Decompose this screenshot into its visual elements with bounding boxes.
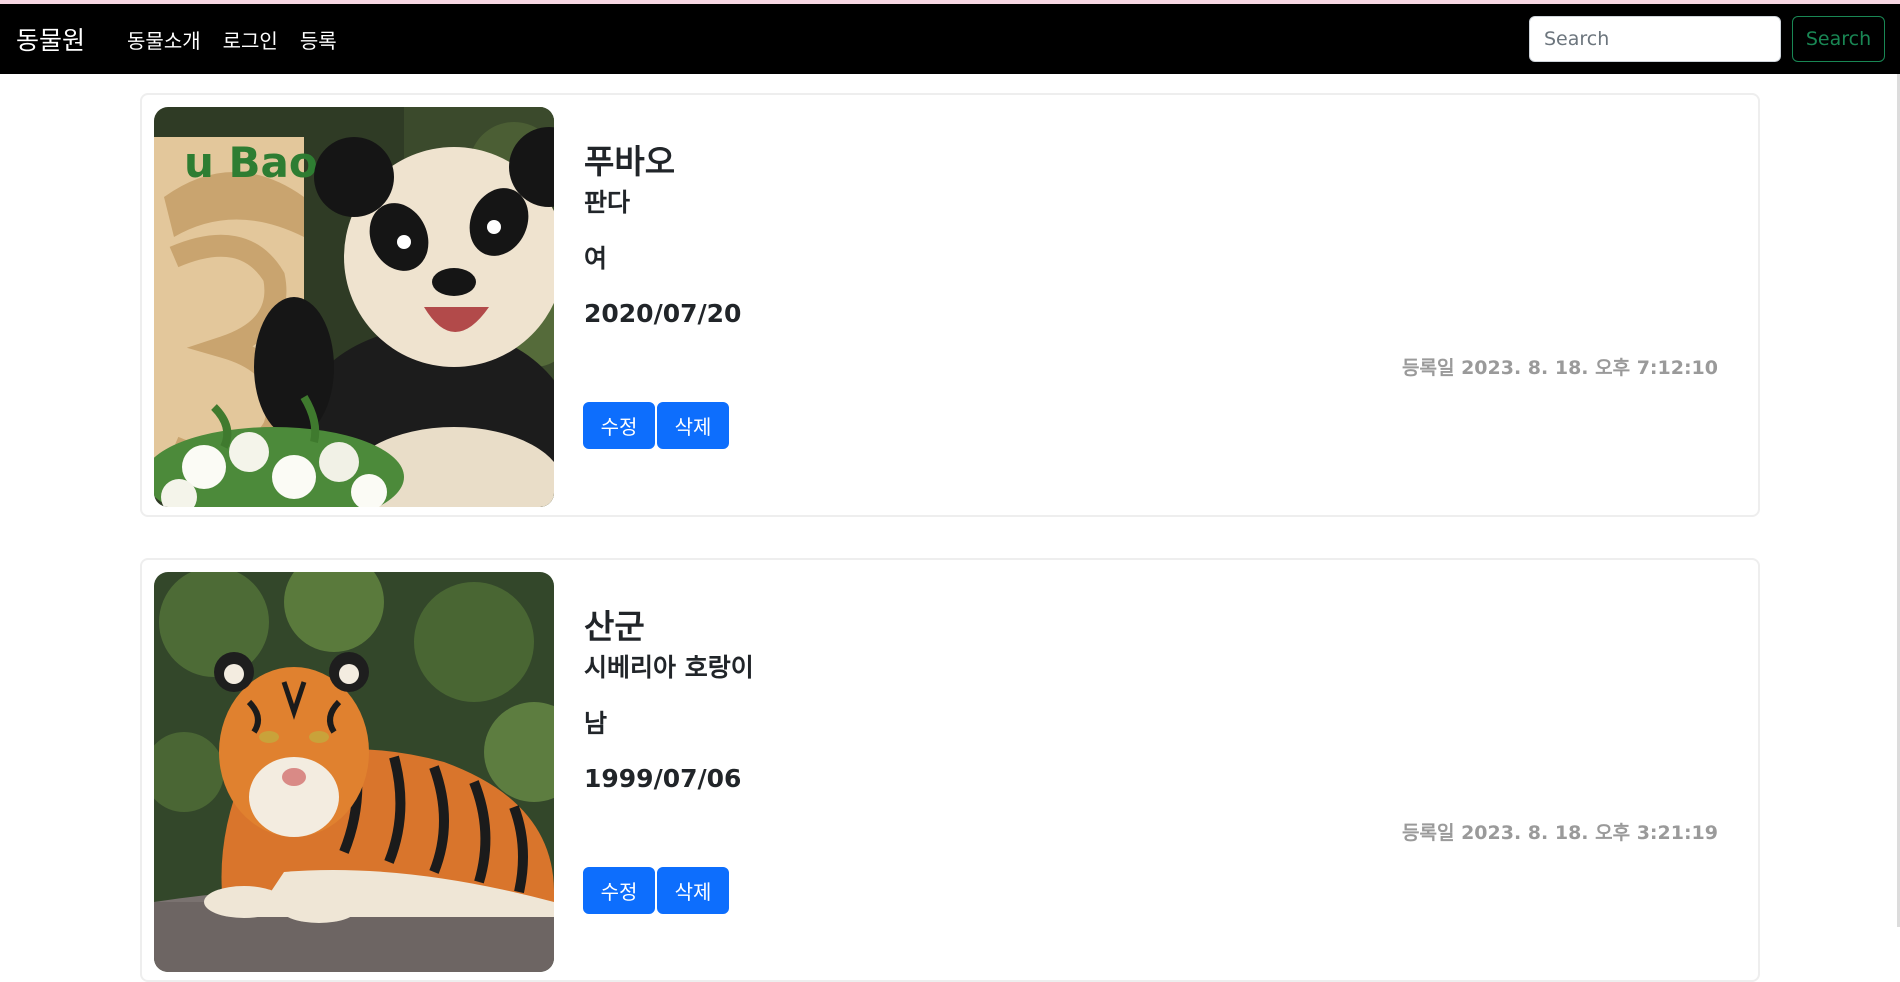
animal-gender: 여 (584, 244, 608, 273)
edit-button[interactable]: 수정 (583, 867, 655, 914)
animal-card: u Bao 푸바오 판다 여 2020/07/20 등록일 2023. 8. 1… (140, 93, 1760, 517)
animal-gender: 남 (584, 709, 608, 738)
search-button[interactable]: Search (1792, 16, 1885, 62)
card-actions: 수정 삭제 (583, 402, 729, 449)
delete-button[interactable]: 삭제 (657, 402, 729, 449)
brand-logo[interactable]: 동물원 (16, 21, 85, 57)
tiger-photo (154, 572, 554, 972)
animal-name: 푸바오 (584, 142, 676, 181)
search-form: Search (1529, 16, 1885, 62)
animal-name: 산군 (584, 607, 645, 646)
svg-text:u Bao: u Bao (184, 138, 318, 187)
search-input[interactable] (1529, 16, 1781, 62)
edit-button[interactable]: 수정 (583, 402, 655, 449)
panda-photo: u Bao (154, 107, 554, 507)
animal-birthdate: 1999/07/06 (584, 764, 742, 793)
nav-links: 동물소개 로그인 등록 (127, 25, 337, 54)
nav-link-login[interactable]: 로그인 (223, 25, 278, 54)
nav-link-register[interactable]: 등록 (300, 25, 337, 54)
delete-button[interactable]: 삭제 (657, 867, 729, 914)
animal-birthdate: 2020/07/20 (584, 299, 742, 328)
animal-card: 산군 시베리아 호랑이 남 1999/07/06 등록일 2023. 8. 18… (140, 558, 1760, 982)
card-actions: 수정 삭제 (583, 867, 729, 914)
animal-species: 시베리아 호랑이 (584, 653, 754, 682)
registration-date: 등록일 2023. 8. 18. 오후 7:12:10 (1402, 357, 1718, 379)
animal-species: 판다 (584, 188, 631, 217)
nav-link-animals[interactable]: 동물소개 (127, 25, 201, 54)
registration-date: 등록일 2023. 8. 18. 오후 3:21:19 (1402, 822, 1718, 844)
navbar: 동물원 동물소개 로그인 등록 Search (0, 4, 1900, 74)
